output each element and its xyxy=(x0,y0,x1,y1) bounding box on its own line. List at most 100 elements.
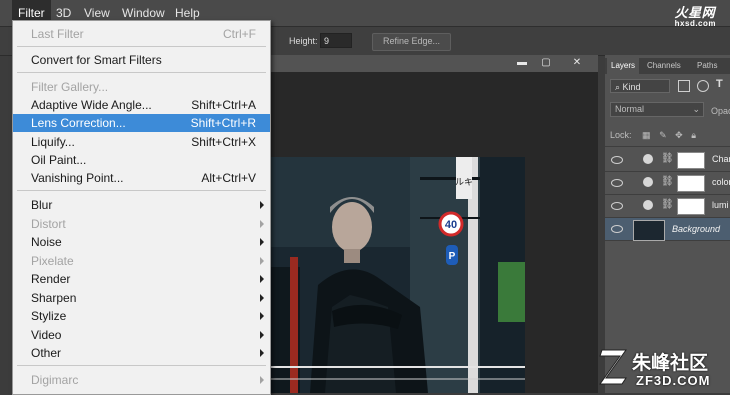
digimarc-label: Digimarc xyxy=(31,373,79,387)
image-filter-icon[interactable] xyxy=(678,80,690,92)
menu-item-sharpen[interactable]: Sharpen xyxy=(13,289,270,307)
minimize-button[interactable]: ▬ xyxy=(512,57,532,70)
submenu-arrow-icon xyxy=(260,376,264,384)
oil-paint-label: Oil Paint... xyxy=(31,153,87,167)
zf3d-logo-domain: ZF3D.COM xyxy=(636,373,711,388)
menu-item-oil-paint[interactable]: Oil Paint... xyxy=(13,151,270,169)
menu-separator xyxy=(17,72,266,73)
adaptive-wide-angle-label: Adaptive Wide Angle... xyxy=(31,98,152,112)
filter-gallery-label: Filter Gallery... xyxy=(31,80,109,94)
layer-mask-thumbnail[interactable] xyxy=(677,152,705,169)
zf3d-logo-mark xyxy=(599,349,627,385)
vanishing-point-label: Vanishing Point... xyxy=(31,171,124,185)
convert-smart-filters-label: Convert for Smart Filters xyxy=(31,53,162,67)
parking-sign-text: P xyxy=(449,251,456,262)
layer-row[interactable]: ⛓ color xyxy=(605,172,730,195)
chevron-down-icon: ⌄ xyxy=(692,104,700,114)
submenu-arrow-icon xyxy=(260,238,264,246)
lock-transparent-icon[interactable]: ▦ xyxy=(642,130,651,140)
opacity-label: Opac xyxy=(711,106,730,116)
lock-label: Lock: xyxy=(610,130,632,140)
submenu-arrow-icon xyxy=(260,275,264,283)
search-icon: ⌕ xyxy=(615,82,623,92)
hxsd-logo-brand: 火星网 xyxy=(674,5,716,20)
menu-separator xyxy=(17,365,266,366)
menu-item-liquify[interactable]: Liquify... Shift+Ctrl+X xyxy=(13,133,270,151)
blend-mode-value: Normal xyxy=(615,104,645,114)
refine-edge-button[interactable]: Refine Edge... xyxy=(372,33,452,51)
layer-row-background[interactable]: Background xyxy=(605,218,730,241)
layer-name: color xyxy=(712,177,730,187)
adaptive-wide-angle-shortcut: Shift+Ctrl+A xyxy=(191,98,256,112)
menu-separator xyxy=(17,46,266,47)
visibility-eye-icon[interactable] xyxy=(611,225,623,233)
speed-sign-text: 40 xyxy=(445,219,457,231)
document-photo[interactable]: ルキ 40 P xyxy=(270,157,525,393)
menu-item-lens-correction[interactable]: Lens Correction... Shift+Ctrl+R xyxy=(13,114,270,132)
tab-channels[interactable]: Channels xyxy=(643,58,685,74)
menu-item-convert-smart-filters[interactable]: Convert for Smart Filters xyxy=(13,51,270,69)
visibility-eye-icon[interactable] xyxy=(611,202,623,210)
link-chain-icon: ⛓ xyxy=(661,176,674,187)
sharpen-label: Sharpen xyxy=(31,291,77,305)
lock-all-icon[interactable]: 🔒︎ xyxy=(691,130,696,140)
blur-label: Blur xyxy=(31,198,53,212)
lock-move-icon[interactable]: ✥ xyxy=(675,130,683,140)
last-filter-label: Last Filter xyxy=(31,27,84,41)
other-label: Other xyxy=(31,346,62,360)
layer-mask-thumbnail[interactable] xyxy=(677,175,705,192)
lens-correction-label: Lens Correction... xyxy=(31,116,126,130)
tab-paths[interactable]: Paths xyxy=(693,58,721,74)
submenu-arrow-icon xyxy=(260,294,264,302)
menu-item-adaptive-wide-angle[interactable]: Adaptive Wide Angle... Shift+Ctrl+A xyxy=(13,96,270,114)
blend-mode-select[interactable]: Normal ⌄ xyxy=(610,102,704,117)
zf3d-logo-brand: 朱峰社区 xyxy=(632,353,709,374)
submenu-arrow-icon xyxy=(260,331,264,339)
last-filter-shortcut: Ctrl+F xyxy=(223,27,256,41)
menu-item-filter-gallery[interactable]: Filter Gallery... xyxy=(13,78,270,96)
close-window-button[interactable]: ✕ xyxy=(567,57,587,70)
layer-name: lumi xyxy=(712,200,729,210)
lock-row: Lock: ▦ ✎ ✥ 🔒︎ xyxy=(610,130,696,141)
menu-item-distort[interactable]: Distort xyxy=(13,215,270,233)
menu-item-last-filter[interactable]: Last Filter Ctrl+F xyxy=(13,25,270,43)
filter-menu: Last Filter Ctrl+F Convert for Smart Fil… xyxy=(12,20,271,395)
vertical-sign-text: ルキ xyxy=(455,178,473,188)
liquify-label: Liquify... xyxy=(31,135,75,149)
menu-item-video[interactable]: Video xyxy=(13,326,270,344)
visibility-eye-icon[interactable] xyxy=(611,156,623,164)
menu-item-blur[interactable]: Blur xyxy=(13,196,270,214)
menu-item-vanishing-point[interactable]: Vanishing Point... Alt+Ctrl+V xyxy=(13,169,270,187)
menu-separator xyxy=(17,190,266,191)
panel-tabs: Layers Channels Paths xyxy=(605,58,730,74)
menu-item-other[interactable]: Other xyxy=(13,344,270,362)
menu-item-stylize[interactable]: Stylize xyxy=(13,307,270,325)
link-chain-icon: ⛓ xyxy=(661,153,674,164)
lens-correction-shortcut: Shift+Ctrl+R xyxy=(190,116,256,130)
visibility-eye-icon[interactable] xyxy=(611,179,623,187)
layer-row[interactable]: ⛓ lumi xyxy=(605,195,730,218)
render-label: Render xyxy=(31,272,71,286)
menu-item-noise[interactable]: Noise xyxy=(13,233,270,251)
link-chain-icon: ⛓ xyxy=(661,199,674,210)
lock-brush-icon[interactable]: ✎ xyxy=(659,130,667,140)
distort-label: Distort xyxy=(31,217,66,231)
noise-label: Noise xyxy=(31,235,62,249)
menu-item-digimarc[interactable]: Digimarc xyxy=(13,371,270,389)
layer-name: Char xyxy=(712,154,730,164)
layer-image-thumbnail xyxy=(633,220,665,241)
adjustment-layer-icon xyxy=(643,154,653,164)
menu-item-pixelate[interactable]: Pixelate xyxy=(13,252,270,270)
tab-layers[interactable]: Layers xyxy=(607,58,640,74)
vanishing-point-shortcut: Alt+Ctrl+V xyxy=(201,171,256,185)
adjustment-layer-icon xyxy=(643,200,653,210)
submenu-arrow-icon xyxy=(260,220,264,228)
type-filter-icon[interactable]: T xyxy=(716,78,723,90)
layer-kind-filter[interactable]: ⌕ Kind xyxy=(610,79,670,93)
menu-item-render[interactable]: Render xyxy=(13,270,270,288)
layer-mask-thumbnail[interactable] xyxy=(677,198,705,215)
layer-row[interactable]: ⛓ Char xyxy=(605,149,730,172)
height-input[interactable]: 9 xyxy=(320,33,352,48)
adjustment-filter-icon[interactable] xyxy=(697,80,709,92)
maximize-button[interactable]: ▢ xyxy=(536,57,556,70)
